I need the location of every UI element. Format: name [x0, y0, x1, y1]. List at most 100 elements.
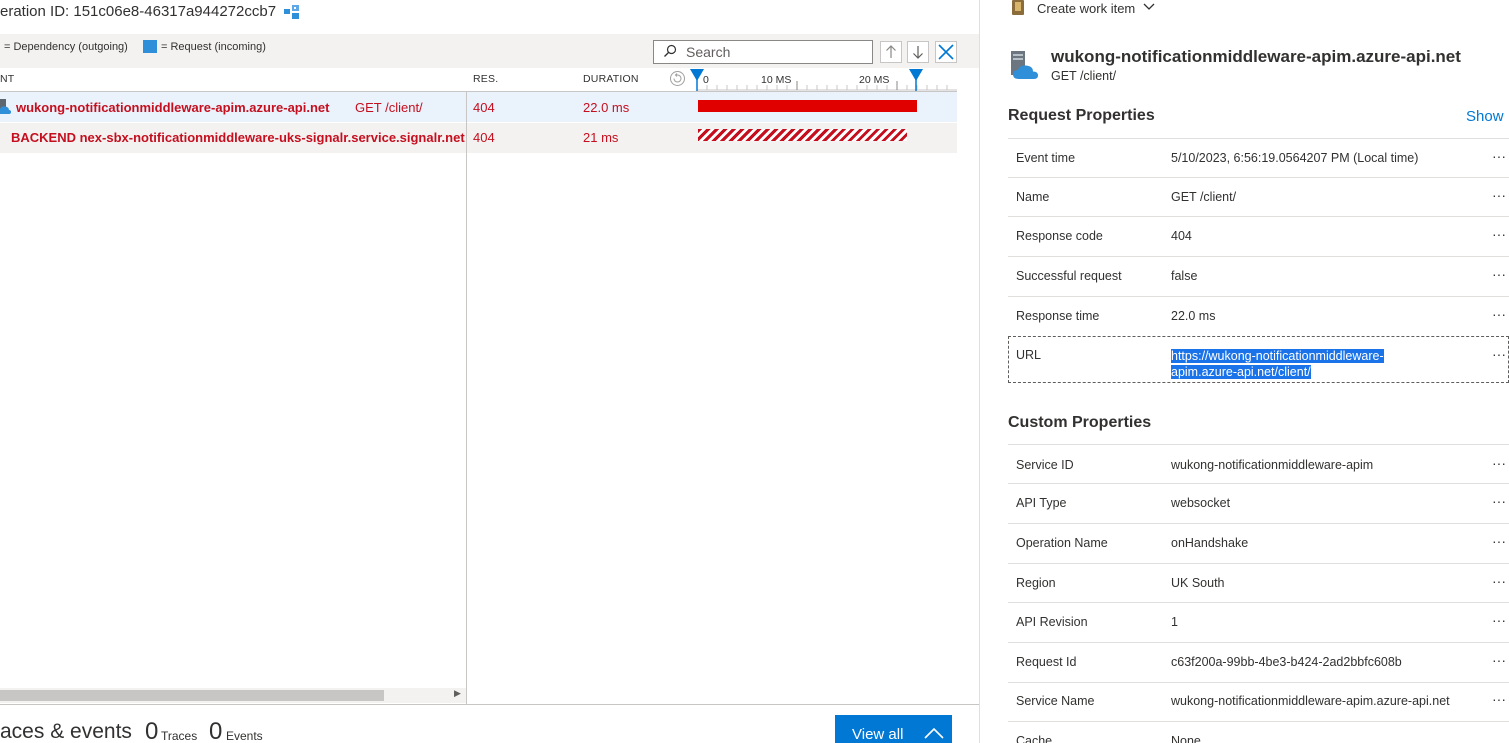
more-options-icon[interactable]: ··· [1492, 493, 1506, 509]
previous-match-button[interactable] [880, 41, 902, 63]
column-header-event[interactable]: NT [0, 73, 14, 85]
more-options-icon[interactable]: ··· [1492, 306, 1506, 322]
events-label: Events [226, 729, 263, 743]
url-line-1: https://wukong-notificationmiddleware- [1171, 349, 1384, 363]
more-options-icon[interactable]: ··· [1492, 148, 1506, 164]
more-options-icon[interactable]: ··· [1492, 533, 1506, 549]
property-name: API Revision [1016, 615, 1088, 629]
chevron-up-icon [924, 727, 944, 739]
property-name: Region [1016, 576, 1056, 590]
cloud-server-icon [0, 99, 11, 114]
scrollbar-thumb[interactable] [0, 690, 384, 701]
close-icon [938, 44, 954, 60]
property-row-service-name: Service Name wukong-notificationmiddlewa… [1008, 683, 1509, 722]
property-name: Successful request [1016, 269, 1122, 283]
more-options-icon[interactable]: ··· [1492, 346, 1506, 362]
traces-events-title: aces & events [0, 720, 132, 743]
property-row-region: Region UK South ··· [1008, 564, 1509, 603]
duration-bar [698, 129, 907, 141]
traces-count: 0 [145, 718, 159, 743]
chevron-down-icon[interactable] [1143, 3, 1155, 11]
search-icon [664, 44, 677, 57]
duration-bar [698, 100, 917, 112]
property-name: Operation Name [1016, 536, 1108, 550]
property-row-api-revision: API Revision 1 ··· [1008, 603, 1509, 643]
property-value: websocket [1171, 496, 1231, 510]
property-row-successful-request: Successful request false ··· [1008, 257, 1509, 297]
duration: 21 ms [583, 130, 619, 145]
events-count: 0 [209, 718, 223, 743]
axis-tick-10: 10 MS [761, 74, 791, 86]
event-detail: GET /client/ [355, 100, 423, 115]
property-value: None [1171, 734, 1201, 743]
url-line-2: apim.azure-api.net/client/ [1171, 365, 1311, 379]
more-options-icon[interactable]: ··· [1492, 226, 1506, 242]
property-value: onHandshake [1171, 536, 1249, 550]
property-row-event-time: Event time 5/10/2023, 6:56:19.0564207 PM… [1008, 138, 1509, 178]
property-value: c63f200a-99bb-4be3-b424-2ad2bbfc608b [1171, 655, 1402, 669]
column-header-res[interactable]: RES. [473, 73, 498, 85]
property-name: Event time [1016, 151, 1076, 165]
property-row-response-code: Response code 404 ··· [1008, 217, 1509, 257]
property-row-url[interactable]: URL https://wukong-notificationmiddlewar… [1008, 336, 1509, 383]
legend-dependency: = Dependency (outgoing) [4, 41, 128, 53]
url-value-selected[interactable]: https://wukong-notificationmiddleware- a… [1171, 348, 1384, 380]
more-options-icon[interactable]: ··· [1492, 266, 1506, 282]
column-splitter[interactable] [466, 92, 467, 704]
create-work-item-button[interactable]: Create work item [1037, 1, 1135, 16]
details-pane: Create work item wukong-notificationmidd… [980, 0, 1509, 743]
more-options-icon[interactable]: ··· [1492, 187, 1506, 203]
request-swatch-icon [143, 40, 157, 53]
property-value: 404 [1171, 229, 1192, 243]
next-match-button[interactable] [907, 41, 929, 63]
traces-label: Traces [161, 729, 198, 743]
section-divider [0, 704, 979, 705]
more-options-icon[interactable]: ··· [1492, 612, 1506, 628]
property-name: Service Name [1016, 694, 1095, 708]
property-name: Name [1016, 190, 1050, 204]
table-row-request[interactable]: wukong-notificationmiddleware-apim.azure… [0, 92, 957, 123]
property-value: GET /client/ [1171, 190, 1237, 204]
property-row-service-id: Service ID wukong-notificationmiddleware… [1008, 444, 1509, 484]
property-row-cache: Cache None [1008, 722, 1509, 743]
more-options-icon[interactable]: ··· [1492, 691, 1506, 707]
property-name: Response code [1016, 229, 1103, 243]
table-row-dependency[interactable]: BACKEND nex-sbx-notificationmiddleware-u… [0, 123, 957, 153]
more-options-icon[interactable]: ··· [1492, 652, 1506, 668]
legend-request: = Request (incoming) [161, 41, 266, 53]
clear-search-button[interactable] [935, 41, 957, 63]
api-server-icon [1011, 51, 1038, 79]
more-options-icon[interactable]: ··· [1492, 455, 1506, 471]
property-row-request-id: Request Id c63f200a-99bb-4be3-b424-2ad2b… [1008, 643, 1509, 683]
column-header-duration[interactable]: DURATION [583, 73, 639, 85]
view-all-button[interactable]: View all [835, 715, 952, 743]
property-value: 22.0 ms [1171, 309, 1216, 323]
scroll-right-arrow-icon[interactable]: ▶ [454, 688, 461, 699]
arrow-up-icon [886, 45, 896, 58]
property-name: Service ID [1016, 458, 1074, 472]
details-subtitle: GET /client/ [1051, 69, 1117, 83]
range-start-handle-icon[interactable] [690, 69, 704, 91]
details-title: wukong-notificationmiddleware-apim.azure… [1051, 47, 1461, 66]
more-options-icon[interactable]: ··· [1492, 573, 1506, 589]
work-item-icon [1012, 0, 1024, 15]
property-name: URL [1016, 348, 1042, 362]
search-box[interactable] [653, 40, 873, 64]
property-value: 1 [1171, 615, 1178, 629]
transaction-timeline-pane: eration ID: 151c06e8-46317a944272ccb7 = … [0, 0, 979, 743]
timeline-reset-icon[interactable] [669, 70, 686, 87]
range-end-handle-icon[interactable] [909, 69, 923, 91]
property-value: wukong-notificationmiddleware-apim.azure… [1171, 694, 1450, 708]
axis-tick-20: 20 MS [859, 74, 889, 86]
property-row-name: Name GET /client/ ··· [1008, 178, 1509, 217]
request-properties-heading: Request Properties [1008, 107, 1155, 124]
property-row-operation-name: Operation Name onHandshake ··· [1008, 524, 1509, 564]
operation-id: eration ID: 151c06e8-46317a944272ccb7 [0, 3, 277, 20]
property-name: Response time [1016, 309, 1100, 323]
duration: 22.0 ms [583, 100, 630, 115]
show-all-link[interactable]: Show [1466, 108, 1504, 125]
result-code: 404 [473, 130, 495, 145]
operation-map-icon[interactable] [283, 3, 300, 20]
search-input[interactable] [686, 43, 866, 61]
arrow-down-icon [913, 46, 923, 59]
